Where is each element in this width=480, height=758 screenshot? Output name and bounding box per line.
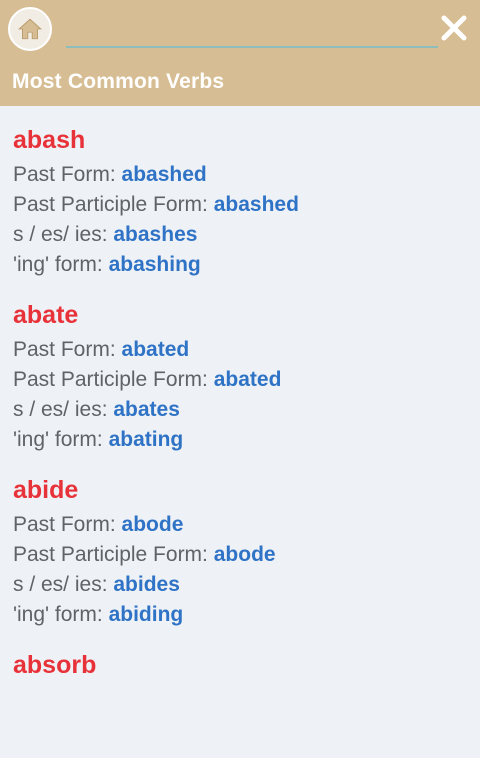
past-participle-label: Past Participle Form:	[13, 193, 208, 216]
verb-entry: absorb	[13, 647, 480, 683]
past-form-label: Past Form:	[13, 163, 116, 186]
past-form-label: Past Form:	[13, 513, 116, 536]
close-button[interactable]	[436, 10, 472, 46]
past-form-label: Past Form:	[13, 338, 116, 361]
verb-name[interactable]: abash	[13, 122, 480, 158]
home-button[interactable]	[8, 7, 52, 51]
ing-form-value: abiding	[108, 603, 184, 626]
verb-entry: abash Past Form: abashed Past Participle…	[13, 122, 480, 280]
home-icon	[18, 18, 42, 40]
verb-name[interactable]: abide	[13, 472, 480, 508]
search-bar	[66, 12, 438, 48]
past-participle-value: abode	[213, 543, 276, 566]
past-participle-value: abashed	[213, 193, 299, 216]
ing-form-row: 'ing' form: abating	[13, 425, 480, 455]
past-participle-row: Past Participle Form: abashed	[13, 190, 480, 220]
s-form-row: s / es/ ies: abates	[13, 395, 480, 425]
s-form-value: abides	[113, 573, 180, 596]
verb-name[interactable]: absorb	[13, 647, 480, 683]
s-form-label: s / es/ ies:	[13, 223, 108, 246]
ing-form-label: 'ing' form:	[13, 253, 103, 276]
ing-form-label: 'ing' form:	[13, 428, 103, 451]
verb-list: abash Past Form: abashed Past Participle…	[0, 106, 480, 683]
verb-entry: abate Past Form: abated Past Participle …	[13, 297, 480, 455]
close-icon	[441, 15, 467, 41]
verb-entry: abide Past Form: abode Past Participle F…	[13, 472, 480, 630]
s-form-row: s / es/ ies: abashes	[13, 220, 480, 250]
search-input[interactable]	[66, 12, 438, 48]
past-form-value: abated	[121, 338, 190, 361]
past-form-value: abashed	[121, 163, 207, 186]
past-participle-label: Past Participle Form:	[13, 368, 208, 391]
ing-form-label: 'ing' form:	[13, 603, 103, 626]
ing-form-row: 'ing' form: abiding	[13, 600, 480, 630]
verb-name[interactable]: abate	[13, 297, 480, 333]
page-title: Most Common Verbs	[12, 70, 225, 93]
past-form-row: Past Form: abode	[13, 510, 480, 540]
past-participle-row: Past Participle Form: abode	[13, 540, 480, 570]
past-participle-label: Past Participle Form:	[13, 543, 208, 566]
s-form-label: s / es/ ies:	[13, 573, 108, 596]
s-form-value: abashes	[113, 223, 198, 246]
past-participle-value: abated	[213, 368, 282, 391]
past-form-row: Past Form: abashed	[13, 160, 480, 190]
app-header: Most Common Verbs	[0, 0, 480, 106]
past-participle-row: Past Participle Form: abated	[13, 365, 480, 395]
past-form-value: abode	[121, 513, 184, 536]
ing-form-value: abating	[108, 428, 184, 451]
past-form-row: Past Form: abated	[13, 335, 480, 365]
s-form-value: abates	[113, 398, 180, 421]
ing-form-row: 'ing' form: abashing	[13, 250, 480, 280]
s-form-label: s / es/ ies:	[13, 398, 108, 421]
ing-form-value: abashing	[108, 253, 201, 276]
s-form-row: s / es/ ies: abides	[13, 570, 480, 600]
